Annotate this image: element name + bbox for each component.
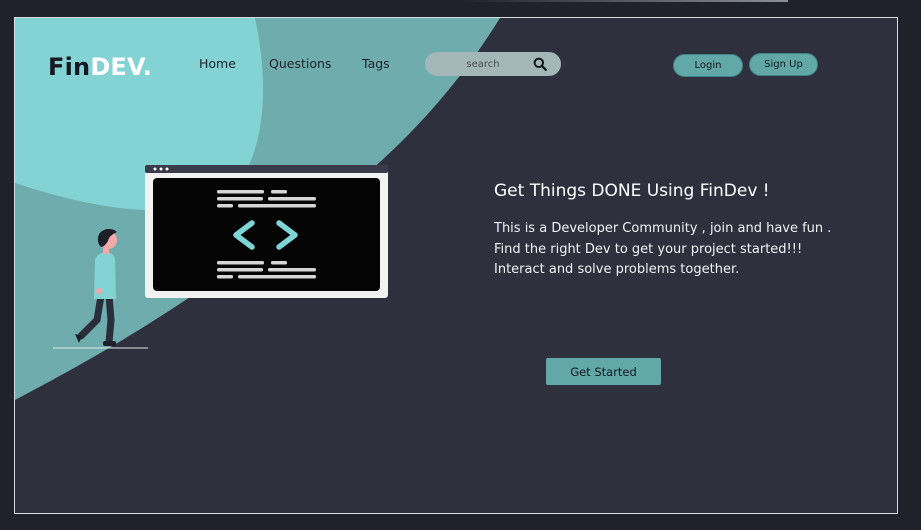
- search-bar: [425, 52, 561, 76]
- hero-title: Get Things DONE Using FinDev !: [494, 181, 770, 201]
- hero-line-3: Interact and solve problems together.: [494, 262, 740, 277]
- get-started-button[interactable]: Get Started: [546, 358, 661, 385]
- teal-light-blob: [15, 18, 264, 211]
- login-button[interactable]: Login: [673, 54, 743, 77]
- background-shapes: [15, 18, 500, 400]
- nav-home[interactable]: Home: [199, 56, 236, 71]
- nav-tags[interactable]: Tags: [362, 56, 390, 71]
- page-frame: FinDEV. Home Questions Tags Login Sign U…: [14, 17, 898, 514]
- logo-part-fin: Fin: [48, 53, 91, 81]
- hero-line-1: This is a Developer Community , join and…: [494, 221, 832, 236]
- login-label: Login: [694, 60, 722, 71]
- logo[interactable]: FinDEV.: [48, 53, 152, 81]
- logo-part-dev: DEV.: [90, 53, 153, 81]
- top-streak: [460, 0, 788, 2]
- nav-questions[interactable]: Questions: [269, 56, 331, 71]
- hero-line-2: Find the right Dev to get your project s…: [494, 242, 803, 257]
- get-started-label: Get Started: [570, 364, 637, 379]
- search-input[interactable]: [425, 52, 529, 76]
- signup-label: Sign Up: [764, 59, 803, 70]
- signup-button[interactable]: Sign Up: [749, 53, 818, 76]
- search-icon[interactable]: [533, 57, 547, 71]
